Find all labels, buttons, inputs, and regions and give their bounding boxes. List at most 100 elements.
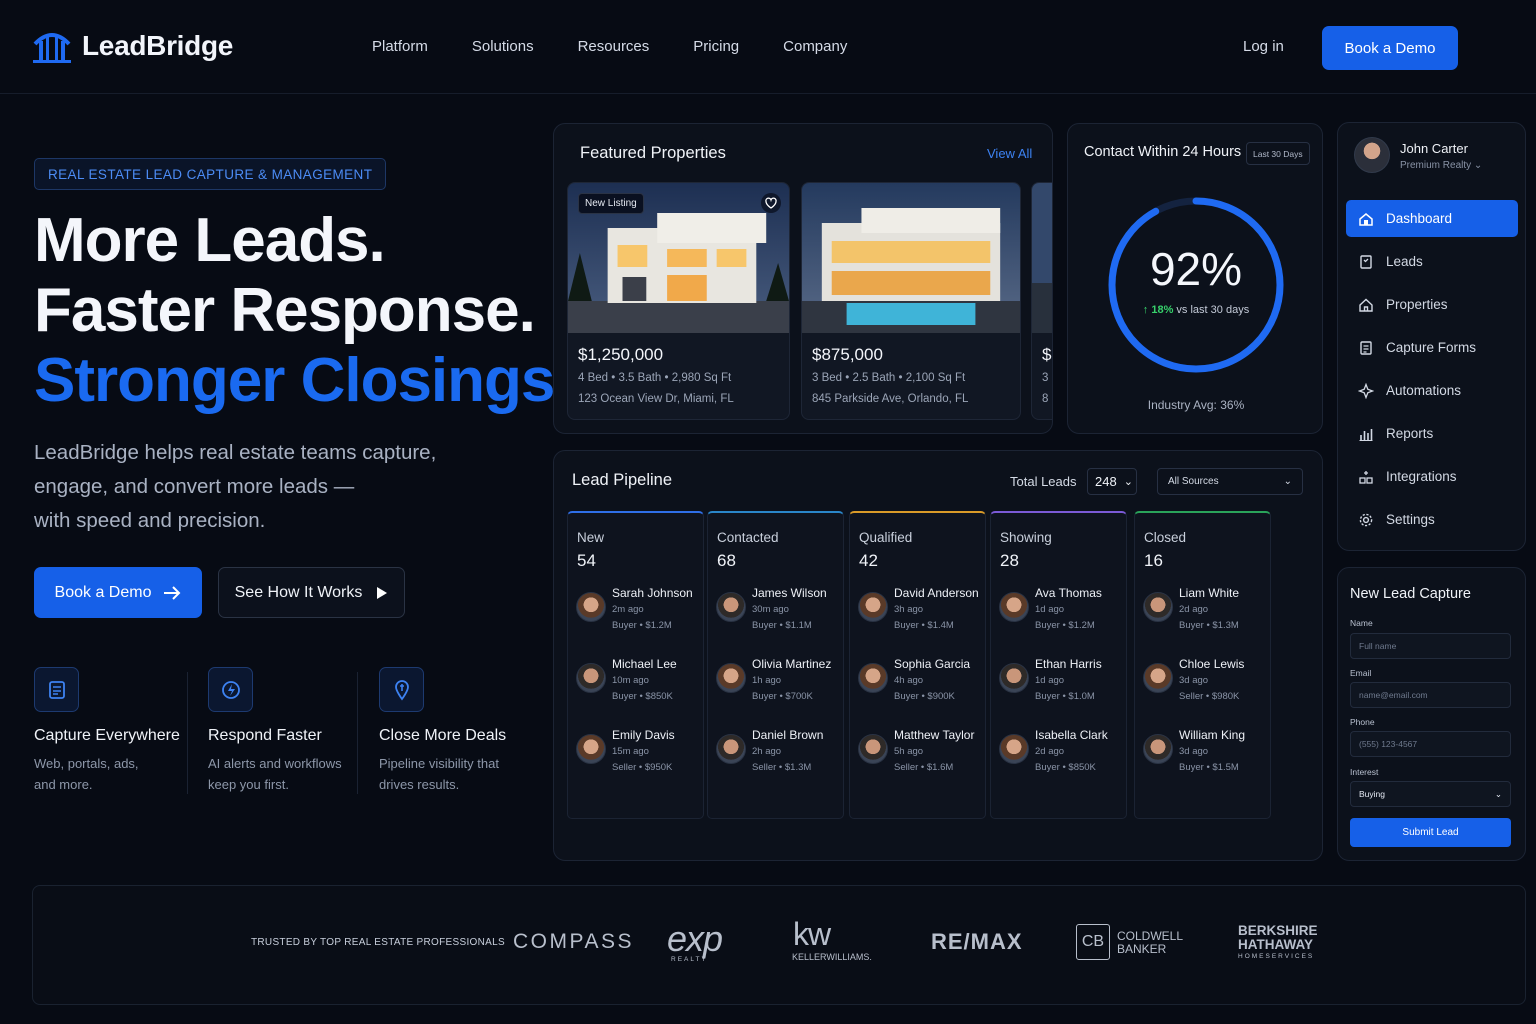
login-link[interactable]: Log in: [1243, 38, 1284, 55]
lead-card[interactable]: Liam White 2d ago Buyer • $1.3M: [1143, 586, 1271, 638]
sidebar-item-capture-forms[interactable]: Capture Forms: [1346, 329, 1518, 366]
hero-book-demo-button[interactable]: Book a Demo: [34, 567, 202, 618]
lead-card[interactable]: Sophia Garcia 4h ago Buyer • $900K: [858, 657, 986, 709]
lead-card[interactable]: Emily Davis 15m ago Seller • $950K: [576, 728, 704, 780]
lead-time: 1d ago: [1035, 675, 1065, 686]
lead-name: James Wilson: [752, 586, 827, 600]
lead-card[interactable]: William King 3d ago Buyer • $1.5M: [1143, 728, 1271, 780]
name-field[interactable]: Full name: [1350, 633, 1511, 659]
avatar: [1143, 592, 1173, 622]
nav-link-solutions[interactable]: Solutions: [472, 38, 534, 55]
nav-link-company[interactable]: Company: [783, 38, 847, 55]
nav-link-platform[interactable]: Platform: [372, 38, 428, 55]
hero-subtitle-line-2: engage, and convert more leads —: [34, 475, 355, 498]
lead-card[interactable]: Ava Thomas 1d ago Buyer • $1.2M: [999, 586, 1127, 638]
chevron-down-icon: ⌄: [1283, 476, 1292, 487]
column-count: 28: [1000, 551, 1019, 570]
lead-deal: Buyer • $1.2M: [1035, 620, 1095, 631]
nav-link-resources[interactable]: Resources: [578, 38, 650, 55]
property-card[interactable]: $ 3 8: [1031, 182, 1052, 420]
lead-name: Olivia Martinez: [752, 657, 832, 671]
interest-select[interactable]: Buying ⌄: [1350, 781, 1511, 807]
contact-delta: ↑ 18% vs last 30 days: [1068, 304, 1324, 316]
avatar: [858, 663, 888, 693]
name-label: Name: [1350, 618, 1373, 628]
pipeline-column-closed: Closed 16 Liam White 2d ago Buyer • $1.3M Chl…: [1134, 511, 1271, 819]
sidebar-item-leads[interactable]: Leads: [1346, 243, 1518, 280]
property-card[interactable]: New Listing $1,250,000 4 Bed • 3.5 Bath …: [567, 182, 790, 420]
property-photo: [802, 183, 1020, 333]
email-field[interactable]: name@email.com: [1350, 682, 1511, 708]
column-name: Contacted: [717, 530, 779, 545]
coldwell-banker-icon: CB: [1076, 924, 1110, 960]
column-name: Showing: [1000, 530, 1052, 545]
total-leads-label: Total Leads: [1010, 474, 1077, 489]
feature-desc-line: and more.: [34, 777, 93, 792]
lead-time: 5h ago: [894, 746, 924, 757]
feature-respond: Respond Faster AI alerts and workflows k…: [208, 667, 342, 792]
lead-time: 3d ago: [1179, 675, 1209, 686]
kw-logo: kw: [793, 916, 831, 952]
period-badge[interactable]: Last 30 Days: [1246, 142, 1310, 165]
see-how-label: See How It Works: [234, 583, 363, 601]
lead-card[interactable]: Chloe Lewis 3d ago Seller • $980K: [1143, 657, 1271, 709]
deal-icon: [379, 667, 424, 712]
feature-desc: Web, portals, ads, and more.: [34, 753, 194, 795]
lead-card[interactable]: Daniel Brown 2h ago Seller • $1.3M: [716, 728, 844, 780]
bridge-logo-icon: [33, 33, 71, 63]
lead-deal: Buyer • $850K: [1035, 762, 1096, 773]
phone-field[interactable]: (555) 123-4567: [1350, 731, 1511, 757]
favorite-heart-icon[interactable]: [761, 193, 781, 213]
avatar: [1143, 663, 1173, 693]
lead-deal: Buyer • $1.3M: [1179, 620, 1239, 631]
lead-name: Chloe Lewis: [1179, 657, 1245, 671]
see-how-it-works-button[interactable]: See How It Works: [218, 567, 405, 618]
avatar: [716, 663, 746, 693]
avatar: [1143, 734, 1173, 764]
lead-card[interactable]: Isabella Clark 2d ago Buyer • $850K: [999, 728, 1127, 780]
coldwell-banker-logo: COLDWELL BANKER: [1117, 930, 1183, 956]
total-leads-select[interactable]: 248 ⌄: [1087, 468, 1137, 495]
view-all-link[interactable]: View All: [987, 146, 1032, 161]
sidebar-item-reports[interactable]: Reports: [1346, 415, 1518, 452]
lead-card[interactable]: Sarah Johnson 2m ago Buyer • $1.2M: [576, 586, 704, 638]
contact-percent: 92%: [1149, 243, 1243, 295]
berkshire-line-3: HOMESERVICES: [1238, 953, 1315, 960]
source-value: All Sources: [1168, 476, 1219, 487]
contact-rate-card: Contact Within 24 Hours Last 30 Days 92%…: [1067, 123, 1323, 434]
lead-card[interactable]: Michael Lee 10m ago Buyer • $850K: [576, 657, 704, 709]
avatar: [716, 592, 746, 622]
sidebar-item-label: Integrations: [1386, 469, 1457, 484]
sidebar-item-integrations[interactable]: Integrations: [1346, 458, 1518, 495]
lead-card[interactable]: James Wilson 30m ago Buyer • $1.1M: [716, 586, 844, 638]
contact-title: Contact Within 24 Hours: [1084, 144, 1242, 160]
sidebar-item-properties[interactable]: Properties: [1346, 286, 1518, 323]
feature-capture: Capture Everywhere Web, portals, ads, an…: [34, 667, 180, 792]
headline-line-2: Faster Response.: [34, 276, 536, 345]
nav-book-demo-button[interactable]: Book a Demo: [1322, 26, 1458, 70]
pipeline-column-contacted: Contacted 68 James Wilson 30m ago Buyer • $1…: [707, 511, 844, 819]
user-company-dropdown[interactable]: Premium Realty ⌄: [1400, 160, 1482, 171]
sidebar-item-automations[interactable]: Automations: [1346, 372, 1518, 409]
submit-lead-button[interactable]: Submit Lead: [1350, 818, 1511, 847]
lead-time: 1h ago: [752, 675, 782, 686]
nav-link-pricing[interactable]: Pricing: [693, 38, 739, 55]
lead-time: 30m ago: [752, 604, 789, 615]
sidebar-item-label: Settings: [1386, 512, 1435, 527]
lead-deal: Buyer • $850K: [612, 691, 673, 702]
property-card[interactable]: $875,000 3 Bed • 2.5 Bath • 2,100 Sq Ft …: [801, 182, 1021, 420]
avatar: [999, 734, 1029, 764]
lead-name: Daniel Brown: [752, 728, 824, 742]
sidebar-item-settings[interactable]: Settings: [1346, 501, 1518, 538]
lead-card[interactable]: Ethan Harris 1d ago Buyer • $1.0M: [999, 657, 1127, 709]
source-select[interactable]: All Sources ⌄: [1157, 468, 1303, 495]
lead-card[interactable]: David Anderson 3h ago Buyer • $1.4M: [858, 586, 986, 638]
lead-capture-form: New Lead Capture Name Full name Email na…: [1337, 567, 1526, 861]
lead-card[interactable]: Matthew Taylor 5h ago Seller • $1.6M: [858, 728, 986, 780]
lead-card[interactable]: Olivia Martinez 1h ago Buyer • $700K: [716, 657, 844, 709]
pipeline-column-new: New 54 Sarah Johnson 2m ago Buyer • $1.2M Mic…: [567, 511, 704, 819]
sidebar-item-dashboard[interactable]: Dashboard: [1346, 200, 1518, 237]
avatar[interactable]: [1354, 137, 1390, 173]
headline-line-1: More Leads.: [34, 206, 386, 275]
brand-logo[interactable]: LeadBridge: [32, 28, 233, 64]
